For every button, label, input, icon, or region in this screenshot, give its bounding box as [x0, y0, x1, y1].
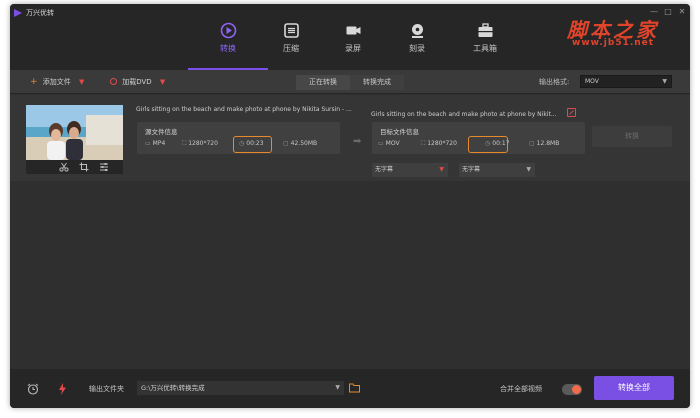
format-icon: ▭ [378, 140, 384, 147]
alarm-clock-icon[interactable] [27, 383, 39, 395]
nav-label: 刻录 [409, 44, 425, 53]
output-path: G:\万兴优转\转换完成 [141, 384, 205, 392]
format-icon: ▭ [145, 140, 151, 147]
target-resolution: ⛶ 1280*720 [421, 140, 457, 147]
output-format-value: MOV [585, 78, 599, 85]
toolbox-icon [478, 23, 492, 37]
resolution-icon: ⛶ [182, 140, 187, 147]
source-resolution: ⛶ 1280*720 [182, 140, 218, 147]
convert-icon [220, 22, 236, 39]
chevron-down-icon: ▼ [335, 384, 340, 391]
audio-track-value: 无字幕 [462, 166, 481, 173]
crop-icon[interactable] [79, 162, 89, 172]
app-logo-icon [14, 9, 22, 17]
app-window: 万兴优转 脚本之家 www.jb51.net — □ ✕ 转换 压缩 录屏 刻录… [10, 4, 690, 408]
edit-icon[interactable] [567, 108, 576, 117]
output-folder-label: 输出文件夹 [89, 385, 124, 393]
target-format: ▭ MOV [378, 140, 400, 147]
scissors-icon[interactable] [59, 162, 69, 172]
output-folder-select[interactable]: G:\万兴优转\转换完成 ▼ [137, 381, 344, 395]
minimize-button[interactable]: — [649, 7, 659, 17]
merge-videos-toggle[interactable] [562, 384, 582, 395]
burn-icon [411, 24, 423, 38]
nav-tab-compress[interactable]: 压缩 [266, 22, 316, 70]
tab-converting[interactable]: 正在转换 [296, 75, 350, 90]
source-format: ▭ MP4 [145, 140, 166, 147]
nav-label: 转换 [220, 44, 236, 53]
nav-label: 压缩 [283, 44, 299, 53]
close-button[interactable]: ✕ [677, 7, 687, 17]
folder-icon: ▢ [283, 140, 289, 147]
duration-highlight [468, 136, 508, 153]
convert-button[interactable]: 转换 [592, 126, 672, 147]
thumbnail-toolbar [26, 160, 123, 174]
output-format-select[interactable]: MOV ▼ [580, 75, 672, 88]
nav-tab-toolbox[interactable]: 工具箱 [460, 22, 510, 70]
chevron-down-icon: ▼ [79, 78, 85, 86]
bottom-bar: 输出文件夹 G:\万兴优转\转换完成 ▼ 合并全部视频 转换全部 [10, 369, 690, 408]
chevron-down-icon: ▼ [526, 166, 531, 173]
chevron-down-icon: ▼ [662, 78, 667, 85]
subtitle-value: 无字幕 [375, 166, 394, 173]
nav-label: 工具箱 [473, 44, 497, 53]
open-folder-icon[interactable] [349, 383, 360, 393]
duration-highlight [233, 136, 272, 153]
add-file-label: 添加文件 [42, 78, 71, 86]
nav-tab-burn[interactable]: 刻录 [392, 22, 442, 70]
target-size: ▢ 12.8MB [529, 140, 560, 147]
arrow-right-icon: ➡ [353, 136, 362, 147]
app-name: 万兴优转 [26, 9, 54, 17]
merge-videos-label: 合并全部视频 [500, 385, 542, 393]
record-icon [346, 26, 360, 35]
toggle-knob [572, 385, 581, 394]
compress-icon [283, 23, 299, 38]
source-info-title: 源文件信息 [145, 128, 178, 136]
nav-label: 录屏 [345, 44, 361, 53]
output-format-label: 输出格式: [539, 78, 570, 86]
chevron-down-icon: ▼ [159, 78, 166, 86]
toolbar: + 添加文件 ▼ 加载DVD ▼ 正在转换 转换完成 输出格式: MOV ▼ [10, 70, 690, 94]
tab-converted[interactable]: 转换完成 [350, 75, 404, 90]
load-dvd-button[interactable]: 加载DVD ▼ [110, 77, 165, 87]
plus-icon: + [30, 77, 38, 87]
target-info-title: 目标文件信息 [380, 128, 419, 136]
chevron-down-icon: ▼ [439, 166, 444, 173]
source-size: ▢ 42.50MB [283, 140, 318, 147]
load-dvd-label: 加载DVD [122, 78, 152, 86]
dvd-icon [110, 78, 117, 85]
add-file-button[interactable]: + 添加文件 ▼ [30, 77, 84, 87]
source-file-name: Girls sitting on the beach and make phot… [136, 106, 352, 113]
target-file-name: Girls sitting on the beach and make phot… [371, 111, 557, 118]
convert-all-button[interactable]: 转换全部 [594, 376, 674, 400]
video-thumbnail[interactable] [26, 105, 123, 160]
audio-track-select[interactable]: 无字幕 ▼ [459, 163, 535, 177]
folder-icon: ▢ [529, 140, 535, 147]
file-item: Girls sitting on the beach and make phot… [10, 95, 690, 181]
nav-tab-convert[interactable]: 转换 [188, 22, 268, 70]
watermark-url: www.jb51.net [572, 38, 655, 48]
subtitle-select[interactable]: 无字幕 ▼ [372, 163, 448, 177]
maximize-button[interactable]: □ [663, 7, 673, 17]
resolution-icon: ⛶ [421, 140, 426, 147]
nav-tab-record[interactable]: 录屏 [328, 22, 378, 70]
title-bar: 万兴优转 脚本之家 www.jb51.net — □ ✕ 转换 压缩 录屏 刻录… [10, 4, 690, 70]
lightning-icon[interactable] [58, 383, 67, 395]
adjust-icon[interactable] [99, 162, 109, 172]
